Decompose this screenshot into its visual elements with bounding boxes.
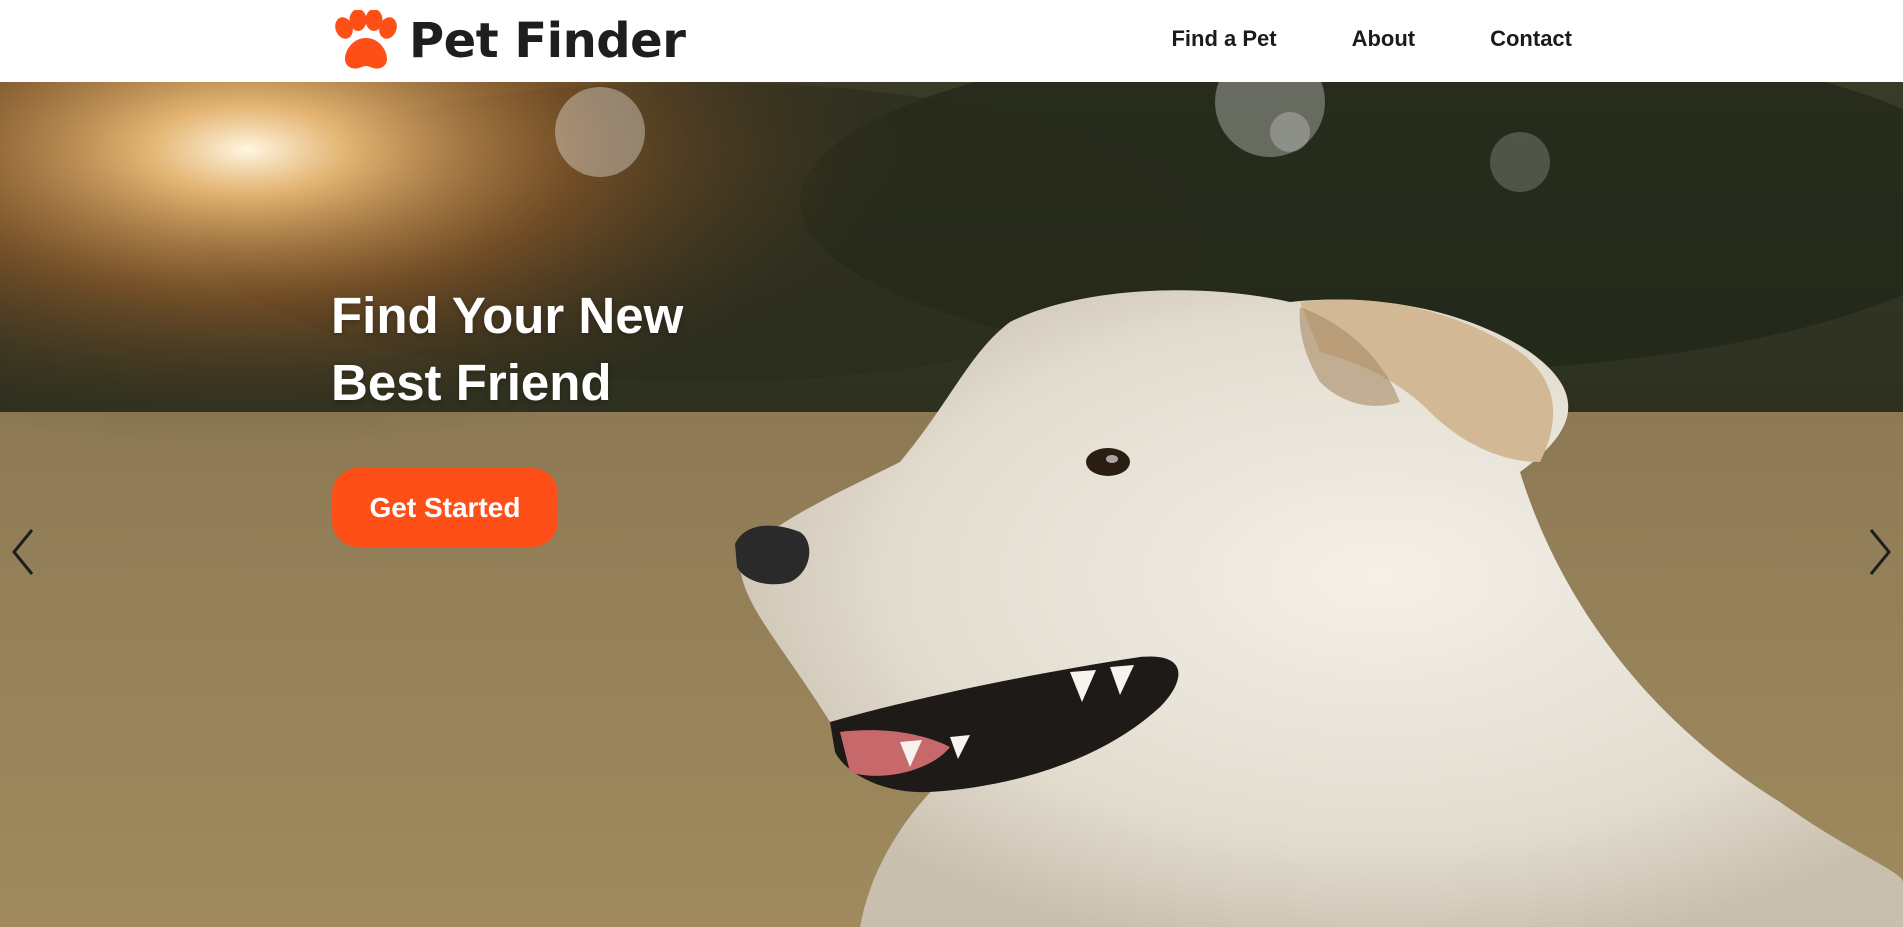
hero-carousel: Find Your New Best Friend Get Started <box>0 82 1903 927</box>
site-header: Pet Finder Find a Pet About Contact <box>0 0 1903 82</box>
chevron-left-icon[interactable] <box>4 522 44 582</box>
chevron-right-icon[interactable] <box>1859 522 1899 582</box>
hero-image <box>0 82 1903 927</box>
main-nav: Find a Pet About Contact <box>1171 26 1572 52</box>
hero-text-block: Find Your New Best Friend <box>331 282 751 416</box>
brand-logo[interactable]: Pet Finder <box>331 10 686 72</box>
nav-item-contact[interactable]: Contact <box>1490 26 1572 52</box>
hero-title: Find Your New Best Friend <box>331 287 684 411</box>
paw-icon <box>335 10 397 69</box>
get-started-button[interactable]: Get Started <box>332 468 558 547</box>
nav-item-about[interactable]: About <box>1352 26 1416 52</box>
nav-item-find-a-pet[interactable]: Find a Pet <box>1171 26 1276 52</box>
brand-name: Pet Finder <box>409 13 686 69</box>
